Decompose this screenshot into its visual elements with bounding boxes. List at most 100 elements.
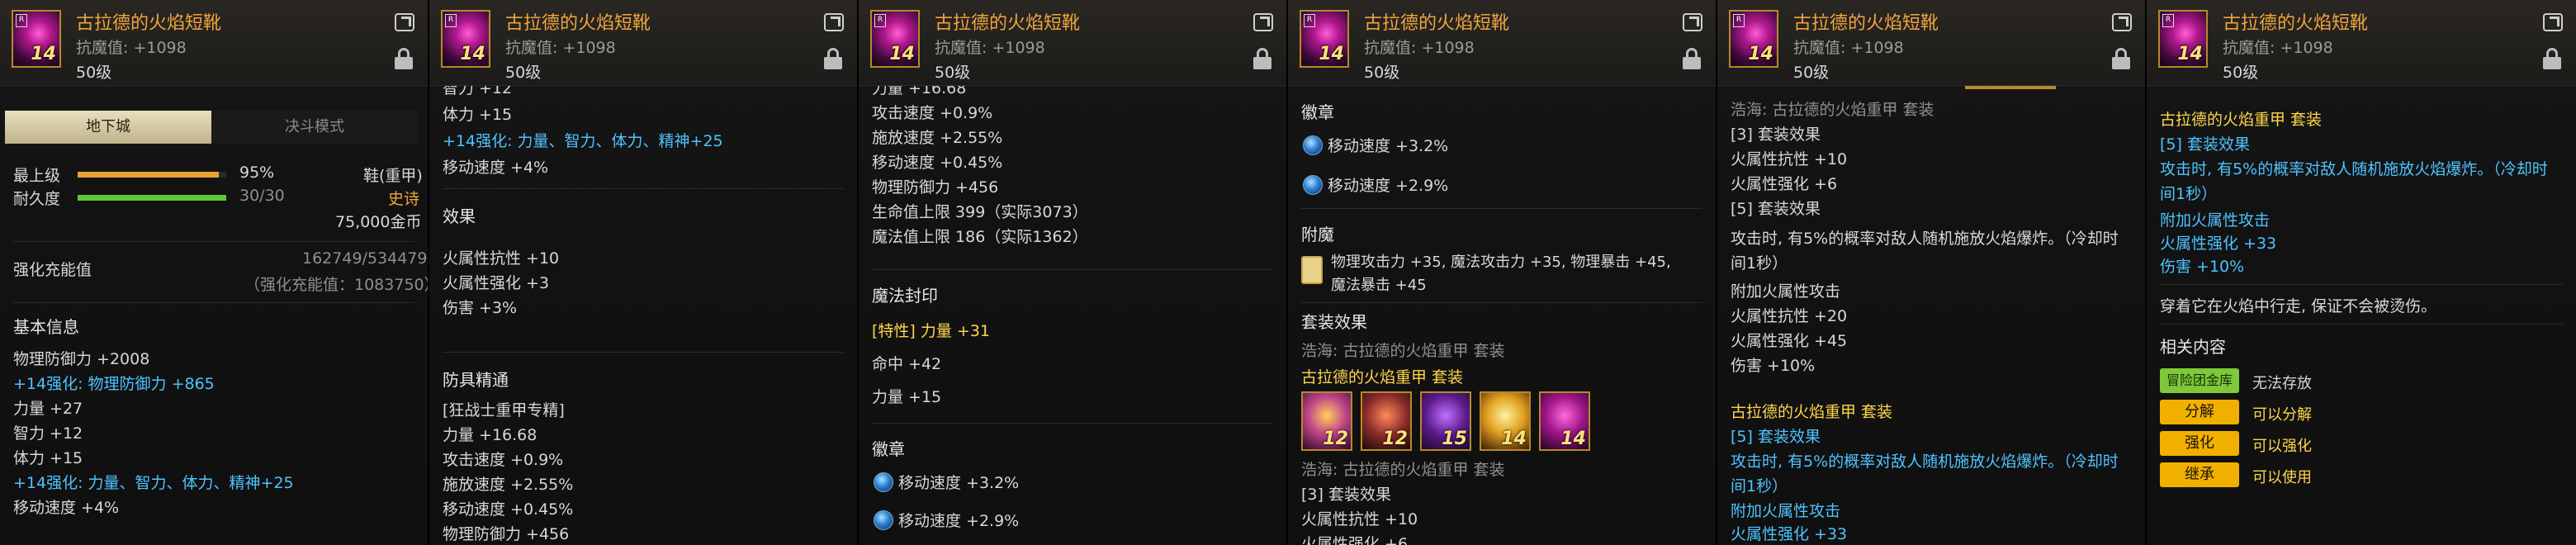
lock-icon[interactable] — [1253, 48, 1271, 69]
charge-sub: （强化充能值：1083750） — [244, 276, 428, 294]
stat-line: 生命值上限 399（实际3073） — [872, 203, 1088, 221]
lock-icon[interactable] — [395, 48, 413, 69]
lock-icon[interactable] — [824, 48, 842, 69]
boots-item-icon: R 14 — [441, 10, 490, 68]
cut-line: 力量 +16.68 — [872, 86, 967, 97]
item-resist: 抗魔值: +1098 — [1793, 39, 1904, 57]
set-res: 火属性抗性 +10 — [1301, 510, 1418, 528]
boots-item-icon: R 14 — [1300, 10, 1349, 68]
tooltip-panel-2: R 14 古拉德的火焰短靴 抗魔值: +1098 50级 智力 +12 体力 +1… — [429, 0, 859, 545]
emblem-orb-icon — [874, 510, 893, 530]
action-button[interactable]: 继承 — [2160, 462, 2239, 487]
set-line: 火属性强化 +45 — [1731, 332, 1848, 350]
action-button[interactable]: 分解 — [2160, 400, 2239, 424]
mastery-line: [狂战士重甲专精] — [443, 401, 565, 419]
tooltip-panel-6: R 14 古拉德的火焰短靴 抗魔值: +1098 50级 古拉德的火焰重甲 套装 … — [2147, 0, 2576, 545]
set-line: 附加火属性攻击 — [1731, 282, 1841, 301]
set2-effect: [5] 套装效果 — [1731, 428, 1821, 446]
mastery-line: 攻击速度 +0.9% — [443, 451, 564, 469]
stat-line: +14强化: 物理防御力 +865 — [13, 375, 215, 393]
item-resist: 抗魔值: +1098 — [2223, 39, 2333, 57]
action-button[interactable]: 强化 — [2160, 431, 2239, 456]
item-resist: 抗魔值: +1098 — [76, 39, 187, 57]
emblem-header: 徽章 — [1301, 102, 1334, 122]
tab-pvp[interactable]: 决斗模式 — [211, 111, 418, 144]
seal-header: 魔法封印 — [872, 286, 938, 306]
tooltip-panel-3: R 14 古拉德的火焰短靴 抗魔值: +1098 50级 力量 +16.68 攻击… — [859, 0, 1288, 545]
share-icon[interactable] — [824, 13, 844, 31]
emblem-line: 移动速度 +3.2% — [1328, 137, 1449, 155]
stat-line: 体力 +15 — [443, 106, 513, 124]
item-header: R 14 古拉德的火焰短靴 抗魔值: +1098 50级 — [0, 0, 428, 86]
tooltip-strip: R 14 古拉德的火焰短靴 抗魔值: +1098 50级 地下城 决斗模式 最上级… — [0, 0, 2576, 545]
set-header: 套装效果 — [1301, 312, 1367, 332]
lock-icon[interactable] — [2543, 48, 2561, 69]
share-icon[interactable] — [1253, 13, 1273, 31]
set2-long-text: 攻击时, 有5%的概率对敌人随机施放火焰爆炸。（冷却时间1秒） — [1731, 453, 2119, 495]
enchant-text: 物理攻击力 +35, 魔法攻击力 +35, 物理暴击 +45, 魔法暴击 +45 — [1331, 254, 1671, 294]
related-header: 相关内容 — [2160, 337, 2226, 357]
set-line: 火属性强化 +6 — [1731, 175, 1838, 193]
tab-dungeon[interactable]: 地下城 — [5, 111, 211, 144]
action-note: 可以使用 — [2252, 469, 2312, 486]
cut-line: 智力 +12 — [443, 86, 513, 97]
stat-line: 体力 +15 — [13, 449, 83, 467]
set-fire: 火属性强化 +33 — [2160, 235, 2277, 253]
price: 75,000金币 — [335, 213, 422, 231]
share-icon[interactable] — [2112, 13, 2132, 31]
set-effect: [5] 套装效果 — [2160, 135, 2250, 154]
stat-line: 物理防御力 +2008 — [13, 350, 150, 368]
item-name: 古拉德的火焰短靴 — [935, 13, 1081, 34]
stat-line: 魔法值上限 186（实际1362） — [872, 228, 1088, 246]
action-note: 无法存放 — [2252, 375, 2312, 392]
emblem-orb-icon — [874, 472, 893, 492]
set-piece-icon[interactable]: 14 — [1539, 391, 1590, 451]
set-more: 火属性强化 +6 — [1301, 535, 1409, 545]
share-icon[interactable] — [2543, 13, 2563, 31]
set-dmg: 伤害 +10% — [2160, 258, 2245, 276]
item-header: R 14 古拉德的火焰短靴 抗魔值: +1098 50级 — [1288, 0, 1716, 86]
set-piece-icon[interactable]: 15 — [1420, 391, 1471, 451]
max-level-label: 最上级 — [13, 167, 61, 185]
lock-icon[interactable] — [2112, 48, 2130, 69]
stat-line: 移动速度 +4% — [443, 159, 549, 177]
charge-value: 162749/534479 — [302, 249, 428, 268]
lock-icon[interactable] — [1683, 48, 1701, 69]
action-button[interactable]: 冒险团金库 — [2160, 368, 2239, 393]
set-piece-icon[interactable]: 12 — [1301, 391, 1352, 451]
stat-line: 智力 +12 — [13, 424, 83, 443]
set-piece-icon[interactable]: 14 — [1480, 391, 1531, 451]
max-level-bar — [78, 172, 226, 178]
mastery-header: 防具精通 — [443, 370, 509, 390]
enchant-header: 附魔 — [1301, 225, 1334, 244]
set-piece-icon[interactable]: 12 — [1361, 391, 1412, 451]
slot-type: 鞋(重甲) — [363, 167, 423, 185]
item-resist: 抗魔值: +1098 — [1364, 39, 1475, 57]
set-sub-2: 浩海: 古拉德的火焰重甲 套装 — [1301, 461, 1505, 479]
tooltip-panel-1: R 14 古拉德的火焰短靴 抗魔值: +1098 50级 地下城 决斗模式 最上级… — [0, 0, 429, 545]
item-resist: 抗魔值: +1098 — [505, 39, 616, 57]
seal-line: 力量 +15 — [872, 388, 942, 406]
stat-line: 移动速度 +4% — [13, 499, 120, 517]
boots-item-icon: R 14 — [870, 10, 920, 68]
tooltip-panel-4: R 14 古拉德的火焰短靴 抗魔值: +1098 50级 徽章 移动速度 +3.2… — [1288, 0, 1717, 545]
item-header: R 14 古拉德的火焰短靴 抗魔值: +1098 50级 — [859, 0, 1286, 86]
mastery-line: 力量 +16.68 — [443, 426, 537, 444]
share-icon[interactable] — [395, 13, 414, 31]
durability-bar — [78, 195, 226, 201]
durability-label: 耐久度 — [13, 190, 61, 208]
mode-tabs: 地下城 决斗模式 — [5, 111, 418, 144]
set-line: 火属性抗性 +20 — [1731, 307, 1848, 325]
boots-item-icon: R 14 — [12, 10, 61, 68]
stat-line: +14强化: 力量、智力、体力、精神+25 — [443, 132, 723, 150]
mastery-line: 施放速度 +2.55% — [443, 476, 574, 494]
seal-trait: [特性] 力量 +31 — [872, 322, 991, 340]
item-header: R 14 古拉德的火焰短靴 抗魔值: +1098 50级 — [2147, 0, 2576, 86]
set2-name: 古拉德的火焰重甲 套装 — [1731, 403, 1893, 421]
set-name: 古拉德的火焰重甲 套装 — [1301, 368, 1464, 386]
emblem-orb-icon — [1303, 135, 1323, 155]
item-header: R 14 古拉德的火焰短靴 抗魔值: +1098 50级 — [1717, 0, 2145, 86]
set-line: [5] 套装效果 — [1731, 200, 1821, 218]
share-icon[interactable] — [1683, 13, 1702, 31]
effect-header: 效果 — [443, 206, 476, 226]
